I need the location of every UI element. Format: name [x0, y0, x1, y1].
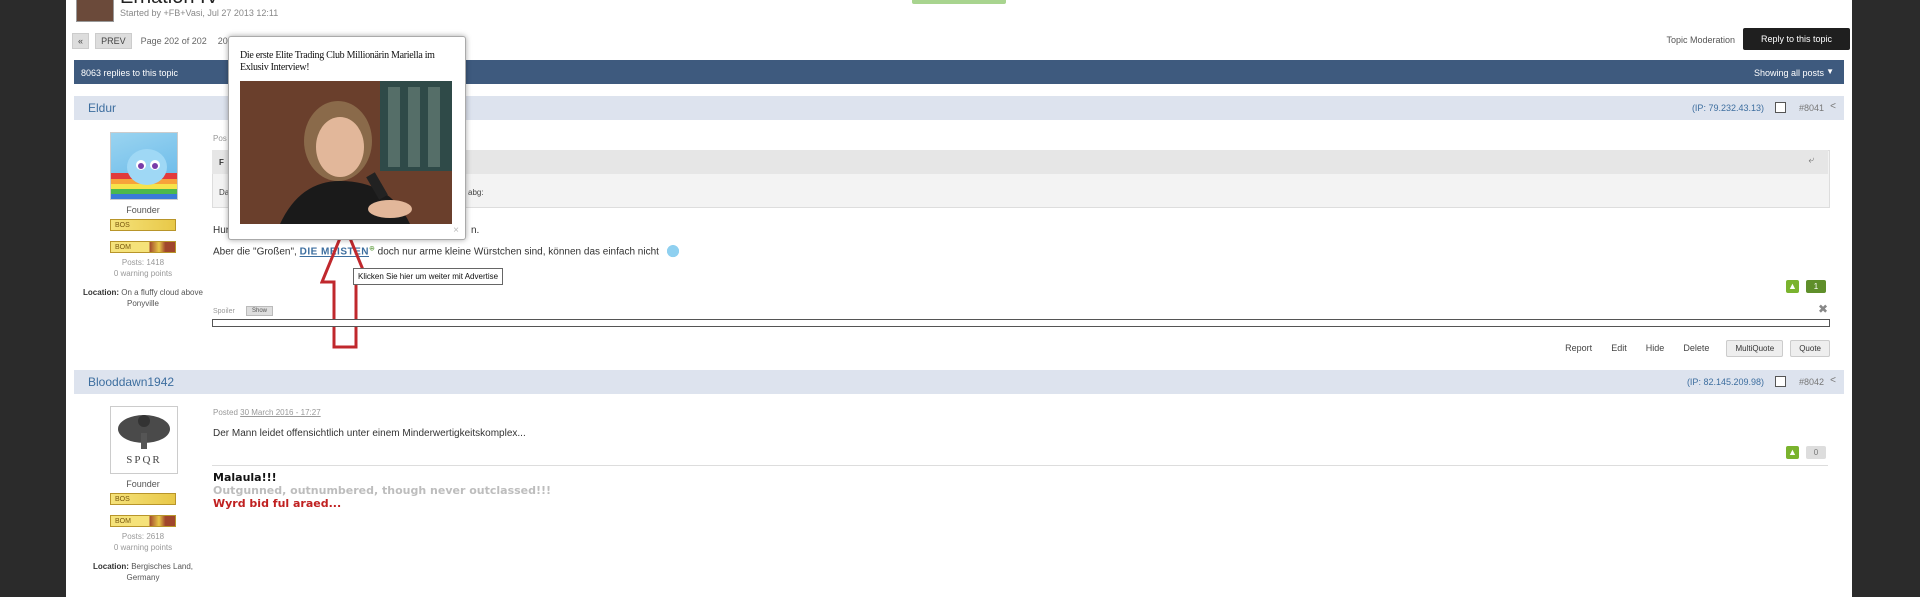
spoiler-content	[212, 319, 1830, 327]
eagle-emblem-icon	[118, 415, 170, 449]
user-location: Location: On a fluffy cloud above Ponyvi…	[83, 287, 203, 309]
user-role: Founder	[126, 205, 160, 215]
page: Ernation IV Started by +FB+Vasi, Jul 27 …	[66, 0, 1852, 597]
advertise-popup[interactable]: Die erste Elite Trading Club Millionärin…	[228, 36, 466, 240]
warning-points: 0 warning points	[113, 543, 173, 552]
post-line-2: Aber die "Großen", DIE MEISTEN⊕ doch nur…	[213, 243, 684, 261]
popup-image[interactable]	[240, 81, 452, 224]
location-value: On a fluffy cloud above Ponyville	[121, 288, 203, 308]
posted-date: Pos	[213, 134, 227, 143]
share-icon[interactable]: <	[1830, 375, 1836, 386]
badge-bos: BOS	[110, 219, 176, 231]
post-text-continued: doch nur arme kleine Würstchen sind, kön…	[377, 246, 659, 258]
edit-button[interactable]: Edit	[1611, 343, 1627, 353]
quote-author: F	[219, 158, 224, 167]
advertise-tooltip: Klicken Sie hier um weiter mit Advertise	[353, 268, 504, 285]
topic-moderation-link[interactable]: Topic Moderation	[1666, 35, 1735, 45]
delete-button[interactable]: Delete	[1683, 343, 1709, 353]
share-icon[interactable]: <	[1830, 101, 1836, 112]
post-number[interactable]: #8042	[1799, 377, 1824, 387]
topic-started-by: Started by +FB+Vasi, Jul 27 2013 12:11	[120, 8, 279, 18]
user-location: Location: Bergisches Land, Germany	[83, 561, 203, 583]
signature-line-1: Malaula!!!	[213, 471, 277, 484]
post-actions: Report Edit Hide Delete MultiQuote Quote	[1565, 340, 1830, 357]
signature-divider	[212, 465, 1828, 466]
multiquote-button[interactable]: MultiQuote	[1726, 340, 1784, 357]
location-label: Location:	[92, 562, 129, 571]
view-post-icon[interactable]: ⤶	[1808, 155, 1814, 166]
spoiler-show-button[interactable]: Show	[246, 306, 274, 316]
close-icon[interactable]: ✖	[1818, 302, 1828, 316]
prev-page-button[interactable]: PREV	[95, 33, 132, 49]
report-button[interactable]: Report	[1565, 343, 1592, 353]
post-author[interactable]: Eldur	[88, 101, 116, 115]
first-page-button[interactable]: «	[72, 33, 90, 49]
post-select-checkbox[interactable]	[1775, 376, 1786, 387]
spoiler-label: Spoiler	[213, 308, 235, 315]
page-info: Page 202 of 202	[140, 36, 207, 46]
posted-date-link[interactable]: 30 March 2016 - 17:27	[240, 408, 321, 417]
post-select-checkbox[interactable]	[1775, 102, 1786, 113]
popup-title[interactable]: Die erste Elite Trading Club Millionärin…	[240, 50, 454, 74]
follow-button[interactable]	[912, 0, 1006, 4]
post-ip[interactable]: (IP: 82.145.209.98)	[1687, 377, 1764, 387]
post-count: Posts: 2618	[121, 532, 165, 541]
warning-points: 0 warning points	[113, 269, 173, 278]
post-number[interactable]: #8041	[1799, 103, 1824, 113]
replies-count: 8063 replies to this topic	[81, 68, 179, 78]
post-text: Der Mann leidet offensichtlich unter ein…	[213, 428, 526, 439]
upvote-icon[interactable]: ▲	[1786, 446, 1799, 459]
badge-bom: BOM	[110, 515, 176, 527]
avatar-text: SPQR	[126, 454, 162, 466]
reputation-count: 0	[1806, 446, 1826, 459]
avatar[interactable]: SPQR	[110, 406, 178, 474]
post-line-1-left: Hur	[213, 225, 230, 236]
interview-photo-icon	[240, 81, 452, 224]
upvote-icon[interactable]: ▲	[1786, 280, 1799, 293]
reputation-count: 1	[1806, 280, 1826, 293]
quote-text-right: abg:	[468, 188, 484, 197]
posted-prefix: Posted	[213, 408, 238, 417]
avatar[interactable]	[110, 132, 178, 200]
post-header: Blooddawn1942 (IP: 82.145.209.98) #8042 …	[74, 370, 1844, 394]
location-value: Bergisches Land, Germany	[126, 562, 194, 582]
post-count: Posts: 1418	[121, 258, 165, 267]
signature-line-3: Wyrd bid ful araed...	[213, 497, 342, 510]
hide-button[interactable]: Hide	[1646, 343, 1665, 353]
posted-date: Posted 30 March 2016 - 17:27	[213, 408, 321, 417]
post-ip[interactable]: (IP: 79.232.43.13)	[1692, 103, 1764, 113]
pony-emoticon-icon	[661, 243, 684, 261]
reply-to-topic-button[interactable]: Reply to this topic	[1742, 28, 1850, 50]
quote-button[interactable]: Quote	[1790, 340, 1830, 357]
user-role: Founder	[126, 479, 160, 489]
red-arrow-icon	[320, 224, 370, 349]
badge-bom: BOM	[110, 241, 176, 253]
location-label: Location:	[83, 288, 120, 297]
chevron-down-icon[interactable]: ▼	[1826, 67, 1834, 76]
post-text: Aber die "Großen",	[213, 246, 297, 258]
pony-avatar-icon	[111, 149, 177, 199]
signature-line-2: Outgunned, outnumbered, though never out…	[213, 484, 552, 497]
pager: « PREV Page 202 of 202 200	[72, 33, 233, 49]
topic-starter-avatar[interactable]	[76, 0, 114, 22]
post-author[interactable]: Blooddawn1942	[88, 375, 174, 389]
popup-close-icon[interactable]: ×	[453, 225, 459, 236]
badge-bos: BOS	[110, 493, 176, 505]
post-line-1-right: n.	[471, 225, 480, 236]
showing-filter[interactable]: Showing all posts	[1754, 68, 1824, 78]
